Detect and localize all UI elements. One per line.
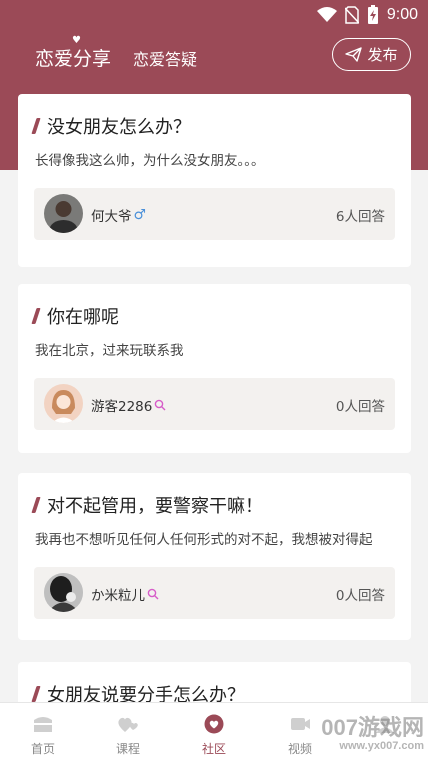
site-watermark: 007游戏网 www.yx007.com — [321, 710, 424, 752]
question-title: 你在哪呢 — [31, 303, 119, 329]
title-accent — [31, 497, 41, 513]
battery-charging-icon — [367, 5, 378, 24]
watermark-url: www.yx007.com — [339, 740, 424, 752]
post-button-label: 发布 — [367, 46, 398, 64]
avatar — [44, 194, 83, 233]
question-card[interactable]: 没女朋友怎么办？ 长得像我这么帅，为什么没女朋友。。。 何大爷 ♂ 6人回答 — [18, 94, 411, 267]
watermark-text: 007游戏网 — [321, 715, 424, 740]
post-button[interactable]: 发布 — [332, 38, 411, 71]
question-title-text: 对不起管用，要警察干嘛！ — [47, 496, 263, 517]
community-icon — [204, 714, 224, 734]
course-icon — [118, 717, 138, 732]
question-card[interactable]: 对不起管用，要警察干嘛！ 我再也不想听见任何人任何形式的对不起，我想被对得起 か… — [18, 473, 411, 640]
home-icon — [34, 717, 52, 732]
female-icon — [155, 399, 166, 411]
asker-name-text: 游客2286 — [91, 399, 153, 415]
tab-love-qa[interactable]: 恋爱答疑 — [133, 46, 197, 70]
asker-name: 何大爷 ♂ — [91, 205, 146, 225]
title-accent — [31, 308, 41, 324]
asker-row[interactable]: か米粒儿 0人回答 — [34, 567, 395, 619]
status-bar: 9:00 — [0, 0, 428, 30]
question-title-text: 你在哪呢 — [47, 307, 119, 328]
tab-course[interactable]: 课程 — [85, 703, 171, 762]
answer-count: 0人回答 — [335, 588, 385, 604]
asker-row[interactable]: 何大爷 ♂ 6人回答 — [34, 188, 395, 240]
male-icon: ♂ — [133, 207, 147, 223]
tab-love-share-label: 恋爱分享 — [35, 48, 112, 70]
question-title: 没女朋友怎么办？ — [31, 113, 191, 139]
question-title: 对不起管用，要警察干嘛！ — [31, 492, 263, 518]
tab-community-label: 社区 — [201, 742, 226, 756]
no-sim-icon — [344, 6, 359, 24]
title-accent — [31, 118, 41, 134]
question-card[interactable]: 你在哪呢 我在北京，过来玩联系我 游客2286 0人回答 — [18, 284, 411, 453]
tab-home[interactable]: 首页 — [0, 703, 86, 762]
video-icon — [291, 718, 310, 730]
title-accent — [31, 686, 41, 702]
tab-course-label: 课程 — [115, 742, 140, 756]
female-icon — [147, 588, 159, 600]
tab-love-qa-label: 恋爱答疑 — [133, 50, 198, 69]
question-title-text: 没女朋友怎么办？ — [47, 117, 191, 138]
tab-community[interactable]: 社区 — [171, 703, 257, 762]
status-icons: 9:00 — [316, 5, 418, 25]
asker-row[interactable]: 游客2286 0人回答 — [34, 378, 395, 430]
asker-name-text: 何大爷 — [91, 209, 132, 225]
wifi-icon — [316, 7, 337, 22]
answer-count: 0人回答 — [335, 399, 385, 415]
question-desc: 长得像我这么帅，为什么没女朋友。。。 — [35, 153, 265, 169]
clock: 9:00 — [386, 6, 418, 23]
tab-home-label: 首页 — [30, 742, 55, 756]
avatar — [44, 573, 83, 612]
tab-love-share[interactable]: ♥ 恋爱分享 — [35, 35, 112, 71]
question-desc: 我再也不想听见任何人任何形式的对不起，我想被对得起 — [35, 532, 373, 548]
asker-name: 游客2286 — [91, 395, 166, 415]
question-desc: 我在北京，过来玩联系我 — [35, 343, 184, 359]
answer-count: 6人回答 — [335, 209, 385, 225]
heart-icon: ♥ — [72, 35, 81, 46]
avatar — [44, 384, 83, 423]
asker-name-text: か米粒儿 — [91, 588, 145, 604]
asker-name: か米粒儿 — [91, 584, 159, 604]
paper-plane-icon — [345, 47, 363, 62]
